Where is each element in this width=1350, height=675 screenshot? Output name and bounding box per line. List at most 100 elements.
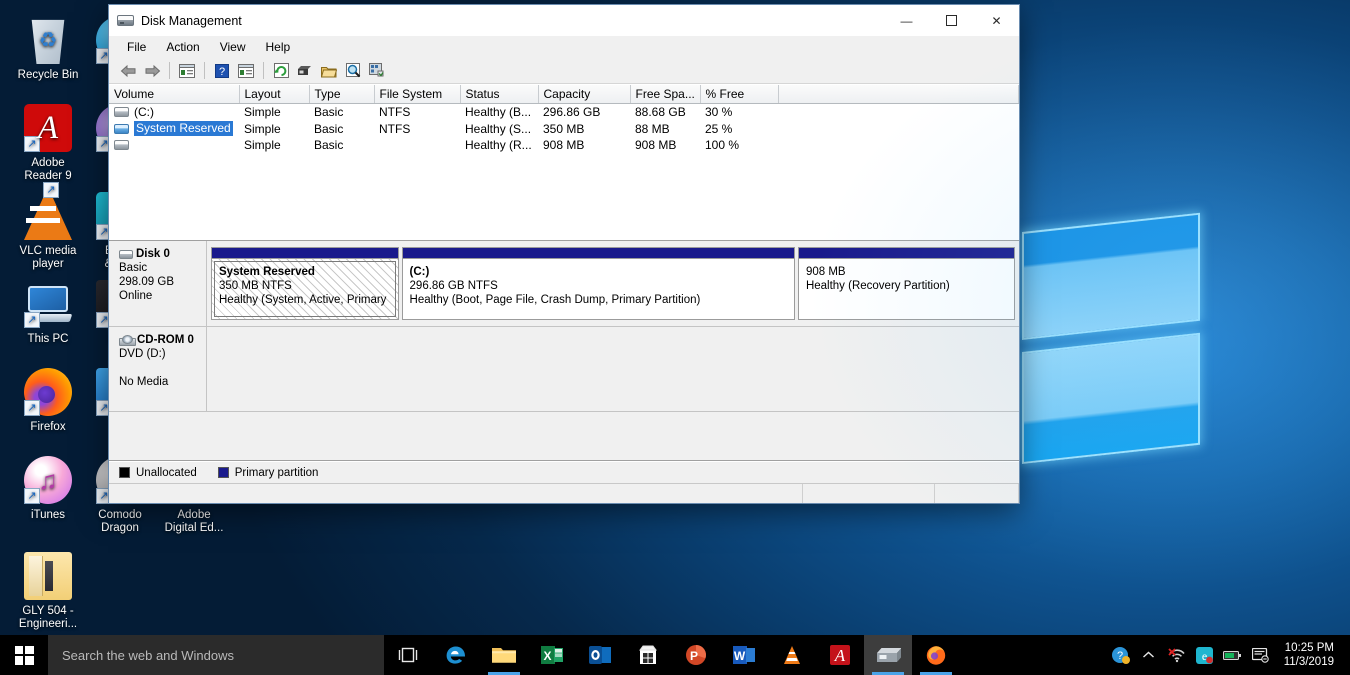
properties-icon[interactable] [235,60,257,82]
taskbar-microsoft-outlook[interactable] [576,635,624,675]
column-header-percent-free[interactable]: % Free [700,85,778,104]
vlc-icon: ↗ [24,192,72,240]
search-placeholder: Search the web and Windows [62,648,234,663]
menu-help[interactable]: Help [257,38,300,56]
graphical-disk-view[interactable]: Disk 0Basic298.09 GBOnlineSystem Reserve… [109,241,1019,461]
disk-management-window[interactable]: Disk Management — ✕ File Action View Hel… [108,4,1020,504]
search-icon[interactable] [342,60,364,82]
windows-logo-icon [15,646,34,665]
cell-free-space: 88 MB [630,120,700,137]
shortcut-arrow-icon: ↗ [24,488,40,504]
clock[interactable]: 10:25 PM 11/3/2019 [1276,641,1346,669]
taskbar-microsoft-edge[interactable] [432,635,480,675]
taskbar-microsoft-store[interactable] [624,635,672,675]
menu-action[interactable]: Action [157,38,208,56]
table-row[interactable]: SimpleBasicHealthy (R...908 MB908 MB100 … [109,137,1019,153]
taskbar-microsoft-excel[interactable]: X [528,635,576,675]
status-panel-1 [109,484,803,503]
table-row[interactable]: (C:)SimpleBasicNTFSHealthy (B...296.86 G… [109,104,1019,121]
recycle-icon [24,16,72,64]
partition-block[interactable]: System Reserved350 MB NTFSHealthy (Syste… [211,247,399,320]
table-row[interactable]: System ReservedSimpleBasicNTFSHealthy (S… [109,120,1019,137]
disk-row[interactable]: CD-ROM 0DVD (D:)No Media [109,327,1019,412]
taskbar-vlc-media-player[interactable] [768,635,816,675]
cell-file-system [374,137,460,153]
shortcut-arrow-icon: ↗ [24,400,40,416]
help-tray-icon[interactable]: ? [1108,635,1134,675]
taskbar-task-view[interactable] [384,635,432,675]
column-header-status[interactable]: Status [460,85,538,104]
disk-kind: DVD (D:) [119,347,200,361]
column-header-free-space[interactable]: Free Spa... [630,85,700,104]
maximize-button[interactable] [929,5,974,36]
disk-info-panel[interactable]: Disk 0Basic298.09 GBOnline [109,241,207,326]
column-header-volume[interactable]: Volume [109,85,239,104]
cell-status: Healthy (B... [460,104,538,121]
cell-spacer [778,120,1019,137]
all-tasks-icon[interactable] [366,60,388,82]
cell-capacity: 296.86 GB [538,104,630,121]
column-header-layout[interactable]: Layout [239,85,309,104]
pc-icon: ↗ [24,280,72,328]
rescan-disks-icon[interactable] [294,60,316,82]
taskbar-adobe-reader[interactable]: A [816,635,864,675]
desktop-icon-label: ComodoDragon [78,509,162,535]
cell-layout: Simple [239,137,309,153]
partition-block[interactable]: 908 MBHealthy (Recovery Partition) [798,247,1015,320]
wallpaper-pane-top [1022,213,1200,340]
battery-icon[interactable] [1220,635,1246,675]
taskbar-firefox[interactable] [912,635,960,675]
taskbar[interactable]: Search the web and Windows X PW A ? e [0,635,1350,675]
refresh-icon[interactable] [270,60,292,82]
column-header-type[interactable]: Type [309,85,374,104]
console-content: Volume Layout Type File System Status Ca… [109,84,1019,503]
disk-info-panel[interactable]: CD-ROM 0DVD (D:)No Media [109,327,207,411]
search-input[interactable]: Search the web and Windows [48,635,384,675]
disk-name: Disk 0 [136,247,170,261]
disk-row[interactable]: Disk 0Basic298.09 GBOnlineSystem Reserve… [109,241,1019,327]
forward-icon[interactable] [141,60,163,82]
window-titlebar[interactable]: Disk Management — ✕ [109,5,1019,36]
partition-block[interactable]: (C:)296.86 GB NTFSHealthy (Boot, Page Fi… [402,247,795,320]
disk-info-spacer [119,361,200,375]
help-icon[interactable]: ? [211,60,233,82]
cd-rom-icon [119,335,134,346]
disk-state: No Media [119,375,200,389]
volume-name: (C:) [134,105,154,119]
partition-status: Healthy (Boot, Page File, Crash Dump, Pr… [410,293,787,307]
open-icon[interactable] [318,60,340,82]
start-button[interactable] [0,635,48,675]
menu-file[interactable]: File [118,38,155,56]
eset-tray-icon[interactable]: e [1192,635,1218,675]
show-hide-console-tree-icon[interactable] [176,60,198,82]
partition-type-bar [403,248,794,259]
desktop-icon-gly-504-engineeri[interactable]: GLY 504 -Engineeri... [6,552,90,631]
action-center-icon[interactable] [1248,635,1274,675]
cell-percent-free: 100 % [700,137,778,153]
menu-view[interactable]: View [211,38,255,56]
cell-status: Healthy (R... [460,137,538,153]
cell-file-system: NTFS [374,120,460,137]
taskbar-disk-management[interactable] [864,635,912,675]
column-header-spacer[interactable] [778,85,1019,104]
legend-label-unallocated: Unallocated [136,467,197,479]
taskbar-microsoft-word[interactable]: W [720,635,768,675]
taskbar-microsoft-powerpoint[interactable]: P [672,635,720,675]
show-hidden-icons-icon[interactable] [1136,635,1162,675]
column-header-capacity[interactable]: Capacity [538,85,630,104]
column-header-file-system[interactable]: File System [374,85,460,104]
partition-details: (C:)296.86 GB NTFSHealthy (Boot, Page Fi… [403,259,794,319]
taskbar-file-explorer[interactable] [480,635,528,675]
partition-size: 350 MB NTFS [219,279,391,293]
partition-status: Healthy (Recovery Partition) [806,279,1007,293]
partition-details: System Reserved350 MB NTFSHealthy (Syste… [212,259,398,319]
back-icon[interactable] [117,60,139,82]
itunes-icon: ↗ [24,456,72,504]
minimize-button[interactable]: — [884,5,929,36]
cell-volume: (C:) [109,104,239,121]
desktop[interactable]: Recycle Bin↗AdobeReader 9↗VLC mediaplaye… [0,0,1350,675]
partition-bar: System Reserved350 MB NTFSHealthy (Syste… [207,241,1019,326]
close-button[interactable]: ✕ [974,5,1019,36]
volume-list[interactable]: Volume Layout Type File System Status Ca… [109,85,1019,241]
network-wifi-icon[interactable] [1164,635,1190,675]
